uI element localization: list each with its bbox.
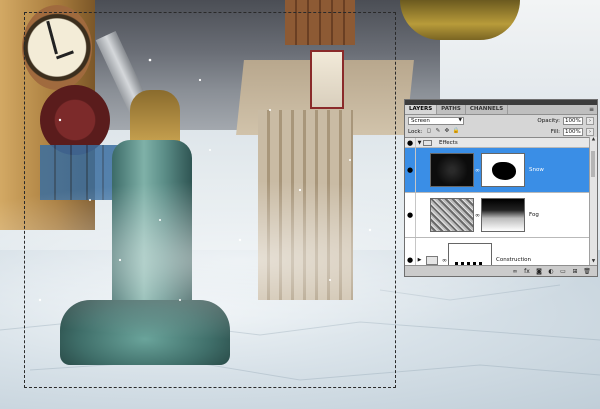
- layer-mask-thumbnail[interactable]: [481, 153, 525, 187]
- eye-icon[interactable]: ●: [405, 238, 416, 266]
- trash-icon[interactable]: 🗑: [583, 267, 591, 276]
- fill-label: Fill:: [550, 128, 560, 135]
- layer-thumbnail: [430, 198, 474, 232]
- marquee-selection[interactable]: [24, 12, 396, 388]
- chain-link-icon[interactable]: ∞: [474, 212, 481, 219]
- fill-arrow-icon[interactable]: ›: [586, 127, 594, 136]
- scroll-up-icon[interactable]: ▲: [590, 137, 597, 143]
- layer-name: Fog: [529, 212, 539, 218]
- fill-field[interactable]: 100%: [563, 127, 583, 136]
- lock-label: Lock:: [408, 128, 423, 135]
- layer-snow[interactable]: ● ∞ Snow: [405, 148, 591, 193]
- layers-footer: ∞ fx ◙ ◐ ▭ ⊞ 🗑: [405, 265, 597, 276]
- lock-row: Lock: ◻ ✎ ✥ 🔒 Fill: 100% ›: [405, 126, 597, 137]
- new-layer-icon[interactable]: ⊞: [571, 267, 579, 276]
- layer-fog[interactable]: ● ∞ Fog: [405, 193, 591, 238]
- collapse-triangle-icon[interactable]: ▼: [416, 140, 423, 146]
- layer-mask-thumbnail[interactable]: [481, 198, 525, 232]
- lock-position-icon[interactable]: ✥: [443, 128, 450, 135]
- lock-image-icon[interactable]: ✎: [434, 128, 441, 135]
- tab-layers[interactable]: LAYERS: [405, 105, 438, 114]
- tab-paths[interactable]: PATHS: [437, 105, 466, 114]
- opacity-arrow-icon[interactable]: ›: [586, 116, 594, 125]
- layer-group-construction[interactable]: ● ▶ ∞ Construction: [405, 238, 591, 266]
- folder-icon: [426, 255, 438, 265]
- lock-transparent-icon[interactable]: ◻: [425, 128, 432, 135]
- blend-mode-select[interactable]: Screen ▼: [408, 116, 464, 125]
- lock-all-icon[interactable]: 🔒: [452, 128, 459, 135]
- add-mask-icon[interactable]: ◙: [535, 267, 543, 276]
- layer-name: Effects: [439, 139, 458, 146]
- folder-icon: [423, 139, 432, 146]
- blend-row: Screen ▼ Opacity: 100% ›: [405, 115, 597, 126]
- layer-thumbnail: [430, 153, 474, 187]
- expand-triangle-icon[interactable]: ▶: [416, 257, 423, 263]
- layer-name: Construction: [496, 257, 532, 263]
- eye-icon[interactable]: ●: [405, 148, 416, 192]
- new-group-icon[interactable]: ▭: [559, 267, 567, 276]
- opacity-label: Opacity:: [537, 117, 560, 124]
- panel-menu-icon[interactable]: ≡: [589, 106, 594, 113]
- chevron-down-icon: ▼: [458, 117, 462, 123]
- blend-mode-value: Screen: [411, 117, 430, 124]
- panel-tabs: LAYERS PATHS CHANNELS ≡: [405, 105, 597, 115]
- layer-mask-thumbnail[interactable]: [448, 243, 492, 266]
- adjustment-layer-icon[interactable]: ◐: [547, 267, 555, 276]
- opacity-field[interactable]: 100%: [563, 116, 583, 125]
- tab-channels[interactable]: CHANNELS: [466, 105, 509, 114]
- eye-icon[interactable]: ●: [405, 138, 416, 147]
- chain-link-icon[interactable]: ∞: [474, 167, 481, 174]
- layer-group-effects[interactable]: ● ▼ Effects: [405, 138, 591, 148]
- layers-panel[interactable]: LAYERS PATHS CHANNELS ≡ Screen ▼ Opacity…: [404, 99, 598, 277]
- link-layers-icon[interactable]: ∞: [511, 267, 519, 276]
- layer-name: Snow: [529, 167, 544, 173]
- eye-icon[interactable]: ●: [405, 193, 416, 237]
- layer-style-icon[interactable]: fx: [523, 267, 531, 276]
- scroll-thumb[interactable]: [591, 151, 595, 177]
- layers-scrollbar[interactable]: ▲ ▼: [589, 137, 597, 265]
- lock-icons: ◻ ✎ ✥ 🔒: [425, 128, 460, 135]
- chain-link-icon[interactable]: ∞: [441, 257, 448, 264]
- layers-list: ● ▼ Effects ● ∞ Snow ● ∞ Fog ● ▶ ∞ Const…: [405, 137, 591, 266]
